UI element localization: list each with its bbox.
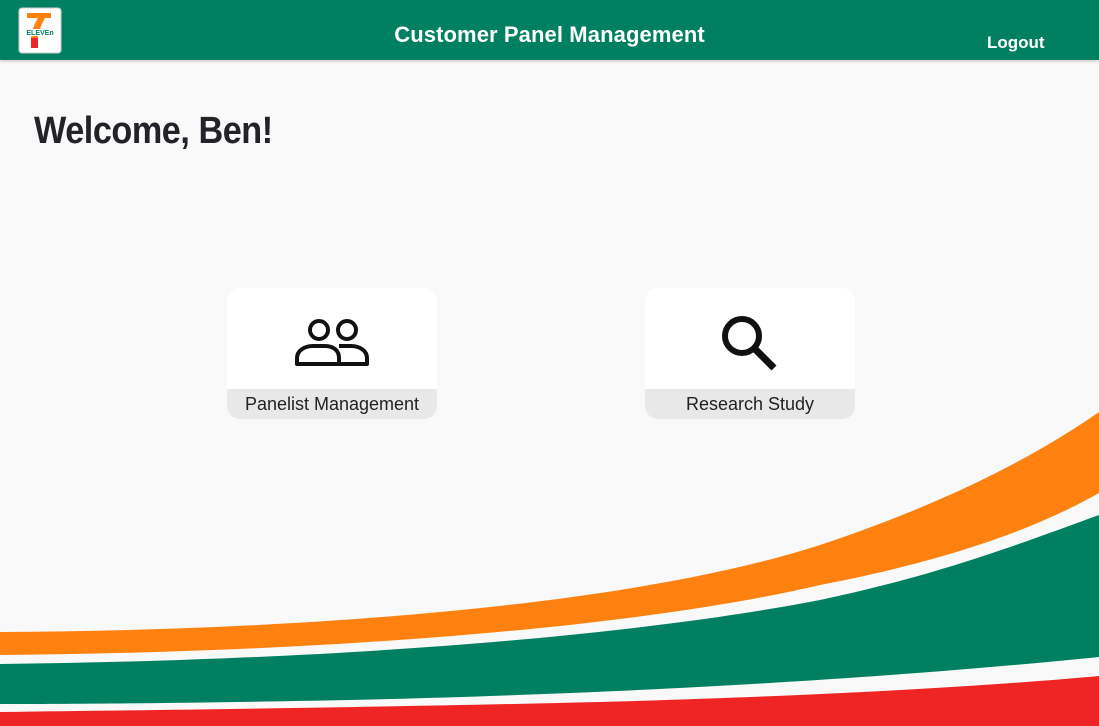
- research-study-tile[interactable]: Research Study: [645, 288, 855, 419]
- tile-icon-area: [645, 288, 855, 389]
- panelist-management-tile[interactable]: Panelist Management: [227, 288, 437, 419]
- app-root: ELEVEn Customer Panel Management Logout …: [0, 0, 1099, 726]
- top-navbar: ELEVEn Customer Panel Management Logout: [0, 0, 1099, 60]
- logout-button[interactable]: Logout: [987, 33, 1045, 53]
- tile-label: Research Study: [645, 389, 855, 419]
- brand-stripes: [0, 412, 1099, 726]
- tile-icon-area: [227, 288, 437, 389]
- people-icon: [295, 319, 369, 366]
- search-icon: [722, 316, 777, 371]
- app-title: Customer Panel Management: [394, 22, 705, 47]
- tile-label: Panelist Management: [227, 389, 437, 419]
